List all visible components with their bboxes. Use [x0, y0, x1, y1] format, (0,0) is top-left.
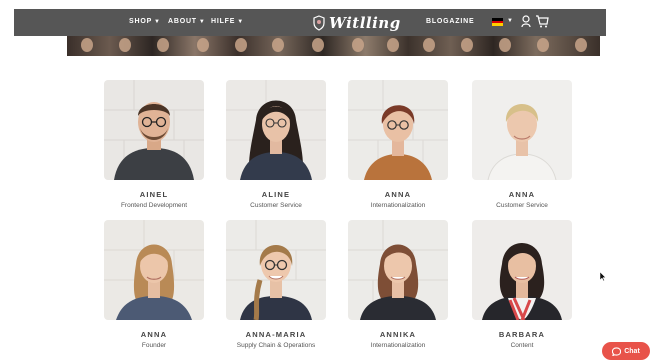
team-member-name: BARBARA [498, 330, 546, 339]
team-member-role: Internationalization [370, 202, 426, 209]
team-member-role: Customer Service [250, 202, 302, 209]
team-member-role: Frontend Development [120, 202, 188, 209]
team-member-role: Customer Service [496, 202, 548, 209]
team-member-card[interactable]: AINEL Frontend Development [104, 80, 204, 209]
team-member-role: Content [510, 342, 534, 349]
cart-icon[interactable] [535, 15, 549, 28]
team-member-name: ANNA [384, 190, 412, 199]
team-member-photo [104, 220, 204, 320]
team-member-photo [226, 80, 326, 180]
team-member-role: Internationalization [370, 342, 426, 349]
chevron-down-icon[interactable]: ▼ [505, 17, 514, 24]
team-member-photo [348, 80, 448, 180]
team-member-photo [348, 220, 448, 320]
team-member-card[interactable]: BARBARA Content [472, 220, 572, 349]
team-member-role: Founder [141, 342, 167, 349]
nav-blogazine[interactable]: BLOGAZINE [426, 18, 474, 25]
team-banner-image [67, 36, 600, 56]
nav-hilfe[interactable]: HILFE ▼ [211, 18, 244, 25]
language-flag-icon[interactable] [492, 18, 503, 26]
team-member-name: ANNA-MARIA [245, 330, 307, 339]
team-member-photo [104, 80, 204, 180]
brand-logo[interactable]: Witlling [312, 13, 401, 33]
team-member-name: AINEL [139, 190, 169, 199]
logo-emblem-icon [313, 15, 325, 31]
top-navbar: SHOP ▼ ABOUT ▼ HILFE ▼ Witlling BLOGAZINE ▼ [14, 9, 606, 36]
nav-shop-label: SHOP [129, 18, 153, 25]
team-member-name: ANNA [508, 190, 536, 199]
logo-text: Witlling [329, 14, 401, 32]
team-member-card[interactable]: ALINE Customer Service [226, 80, 326, 209]
team-member-card[interactable]: ANNA Founder [104, 220, 204, 349]
team-member-card[interactable]: ANNA-MARIA Supply Chain & Operations [226, 220, 326, 349]
team-member-name: ALINE [261, 190, 291, 199]
team-member-name: ANNIKA [379, 330, 417, 339]
team-member-card[interactable]: ANNIKA Internationalization [348, 220, 448, 349]
nav-hilfe-label: HILFE [211, 18, 236, 25]
nav-shop[interactable]: SHOP ▼ [129, 18, 161, 25]
nav-blogazine-label: BLOGAZINE [426, 18, 475, 25]
chevron-down-icon: ▼ [154, 19, 161, 25]
team-member-name: ANNA [140, 330, 168, 339]
mouse-cursor-icon [600, 272, 606, 281]
chat-button[interactable]: Chat [602, 342, 650, 360]
team-member-photo [472, 80, 572, 180]
chevron-down-icon: ▼ [198, 19, 206, 25]
chat-label: Chat [624, 347, 640, 355]
account-icon[interactable] [521, 15, 531, 28]
team-member-photo [472, 220, 572, 320]
nav-about[interactable]: ABOUT ▼ [168, 18, 206, 25]
team-member-card[interactable]: ANNA Customer Service [472, 80, 572, 209]
team-member-role: Supply Chain & Operations [236, 342, 316, 349]
team-member-card[interactable]: ANNA Internationalization [348, 80, 448, 209]
nav-about-label: ABOUT [168, 18, 197, 25]
team-member-photo [226, 220, 326, 320]
chat-bubble-icon [612, 346, 622, 356]
chevron-down-icon: ▼ [237, 19, 244, 25]
